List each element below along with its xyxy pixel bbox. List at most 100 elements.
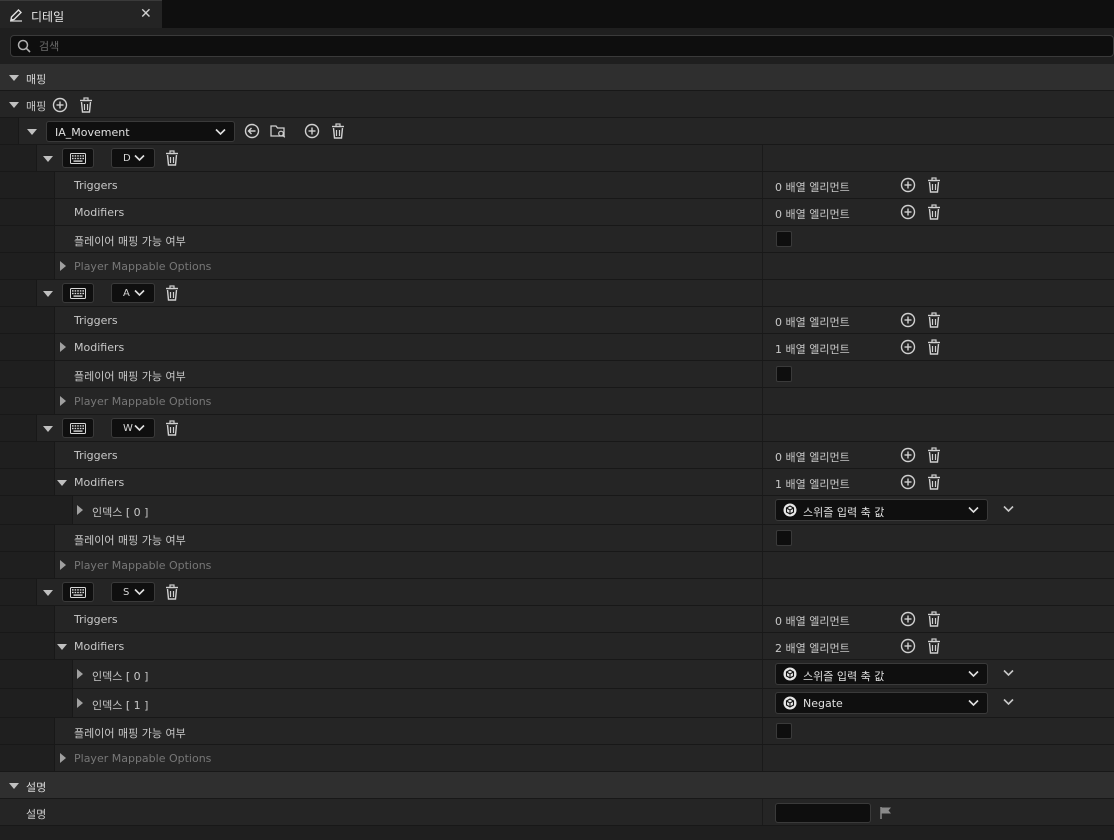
- flag-icon[interactable]: [879, 806, 893, 820]
- column-divider: [762, 253, 763, 279]
- trash-icon[interactable]: [926, 474, 942, 490]
- add-icon[interactable]: [52, 97, 68, 113]
- action-select[interactable]: IA_Movement: [46, 121, 235, 142]
- add-icon[interactable]: [900, 611, 916, 627]
- category-label: 매핑: [26, 73, 47, 86]
- expand-arrow-icon[interactable]: [57, 480, 67, 486]
- pencil-icon: [10, 9, 22, 22]
- key-select[interactable]: A: [111, 283, 155, 303]
- trash-icon[interactable]: [926, 638, 942, 654]
- indent-gutter: [0, 660, 19, 688]
- category-mapping[interactable]: 매핑: [0, 64, 1114, 91]
- indent-gutter: [36, 253, 55, 279]
- trash-icon[interactable]: [330, 123, 346, 139]
- keyboard-key-button[interactable]: [62, 283, 94, 303]
- modifier-select[interactable]: 스위즐 입력 축 값: [775, 663, 988, 685]
- chevron-down-icon[interactable]: [1003, 696, 1014, 709]
- modifier-select[interactable]: 스위즐 입력 축 값: [775, 499, 988, 521]
- indent-gutter: [0, 579, 19, 605]
- trash-icon[interactable]: [164, 420, 180, 436]
- column-divider: [762, 307, 763, 333]
- indent-gutter: [18, 415, 37, 441]
- player-mappable-row: 플레이어 매핑 가능 여부: [0, 361, 1114, 388]
- player-options-row: Player Mappable Options: [0, 552, 1114, 579]
- chevron-down-icon[interactable]: [1003, 503, 1014, 516]
- add-icon[interactable]: [900, 447, 916, 463]
- collapse-arrow-icon[interactable]: [60, 560, 66, 570]
- add-icon[interactable]: [304, 123, 320, 139]
- description-input[interactable]: [775, 803, 871, 823]
- player-mappable-checkbox[interactable]: [776, 723, 792, 739]
- tab-details[interactable]: 디테일 ✕: [0, 0, 162, 28]
- key-mapping-row: A: [0, 280, 1114, 307]
- player-mappable-checkbox[interactable]: [776, 231, 792, 247]
- trash-icon[interactable]: [926, 312, 942, 328]
- trash-icon[interactable]: [164, 584, 180, 600]
- expand-arrow-icon[interactable]: [43, 590, 53, 596]
- browse-folder-icon[interactable]: [270, 123, 286, 139]
- player-mappable-checkbox[interactable]: [776, 530, 792, 546]
- indent-gutter: [18, 334, 37, 360]
- trash-icon[interactable]: [78, 97, 94, 113]
- expand-arrow-icon[interactable]: [27, 129, 37, 135]
- chevron-down-icon[interactable]: [1003, 667, 1014, 680]
- search-input[interactable]: [39, 37, 1099, 55]
- expand-arrow-icon[interactable]: [9, 75, 19, 81]
- key-select[interactable]: D: [111, 148, 155, 168]
- player-options-row: Player Mappable Options: [0, 745, 1114, 772]
- expand-arrow-icon[interactable]: [57, 644, 67, 650]
- keyboard-key-button[interactable]: [62, 582, 94, 602]
- modifiers-label: Modifiers: [74, 341, 125, 354]
- use-selected-icon[interactable]: [244, 123, 260, 139]
- trash-icon[interactable]: [926, 204, 942, 220]
- trash-icon[interactable]: [926, 339, 942, 355]
- player-mappable-checkbox[interactable]: [776, 366, 792, 382]
- collapse-arrow-icon[interactable]: [77, 698, 83, 708]
- collapse-arrow-icon[interactable]: [60, 342, 66, 352]
- collapse-arrow-icon[interactable]: [60, 396, 66, 406]
- modifier-select[interactable]: Negate: [775, 692, 988, 714]
- add-icon[interactable]: [900, 339, 916, 355]
- indent-gutter: [18, 307, 37, 333]
- trash-icon[interactable]: [926, 447, 942, 463]
- indent-gutter: [0, 689, 19, 717]
- trash-icon[interactable]: [164, 285, 180, 301]
- key-select[interactable]: S: [111, 582, 155, 602]
- collapse-arrow-icon[interactable]: [77, 505, 83, 515]
- trash-icon[interactable]: [164, 150, 180, 166]
- add-icon[interactable]: [900, 474, 916, 490]
- indent-gutter: [36, 226, 55, 252]
- collapse-arrow-icon[interactable]: [60, 261, 66, 271]
- add-icon[interactable]: [900, 177, 916, 193]
- add-icon[interactable]: [900, 204, 916, 220]
- indent-gutter: [36, 552, 55, 578]
- expand-arrow-icon[interactable]: [43, 291, 53, 297]
- bottom-filler: [0, 826, 1114, 840]
- expand-arrow-icon[interactable]: [43, 156, 53, 162]
- trash-icon[interactable]: [926, 611, 942, 627]
- keyboard-key-button[interactable]: [62, 148, 94, 168]
- add-icon[interactable]: [900, 638, 916, 654]
- collapse-arrow-icon[interactable]: [77, 669, 83, 679]
- indent-gutter: [54, 660, 73, 688]
- search-box[interactable]: [10, 35, 1114, 57]
- player-mappable-label: 플레이어 매핑 가능 여부: [74, 727, 186, 740]
- column-divider: [762, 415, 763, 441]
- modifier-index-row: 인덱스 [ 0 ] 스위즐 입력 축 값: [0, 660, 1114, 689]
- keyboard-key-button[interactable]: [62, 418, 94, 438]
- player-options-label: Player Mappable Options: [74, 395, 212, 408]
- description-label: 설명: [26, 808, 47, 821]
- collapse-arrow-icon[interactable]: [60, 753, 66, 763]
- expand-arrow-icon[interactable]: [9, 102, 19, 108]
- expand-arrow-icon[interactable]: [43, 426, 53, 432]
- column-divider: [762, 606, 763, 632]
- expand-arrow-icon[interactable]: [9, 783, 19, 789]
- close-icon[interactable]: ✕: [140, 6, 152, 22]
- trash-icon[interactable]: [926, 177, 942, 193]
- chevron-down-icon: [215, 128, 226, 136]
- column-divider: [762, 280, 763, 306]
- key-select[interactable]: W: [111, 418, 155, 438]
- player-options-label: Player Mappable Options: [74, 559, 212, 572]
- add-icon[interactable]: [900, 312, 916, 328]
- category-description[interactable]: 설명: [0, 772, 1114, 799]
